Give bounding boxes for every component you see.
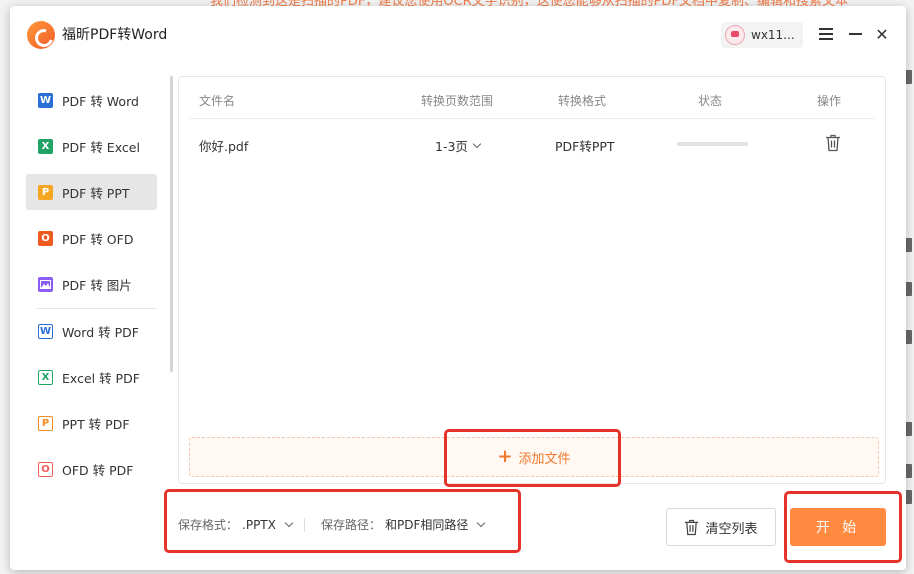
title-bar[interactable]: 福昕PDF转Word wx11... ✕ — [10, 6, 906, 64]
ofd-file-icon: O — [38, 461, 53, 477]
word-icon: W — [38, 92, 53, 108]
save-format-label: 保存格式： — [178, 518, 239, 532]
word-file-icon: W — [38, 323, 53, 339]
save-format-value: .PPTX — [242, 517, 276, 532]
add-file-button[interactable]: + 添加文件 — [189, 437, 879, 477]
sidebar-divider — [36, 308, 157, 309]
image-icon — [38, 276, 53, 292]
sidebar-item-excel-to-pdf[interactable]: X Excel 转 PDF — [26, 359, 157, 395]
clear-list-button[interactable]: 清空列表 — [666, 508, 776, 546]
sidebar-item-label: PDF 转 Word — [62, 93, 139, 109]
table-header: 文件名 转换页数范围 转换格式 状态 操作 — [189, 77, 875, 119]
ofd-icon: O — [38, 230, 53, 246]
save-path-select[interactable]: 保存路径： 和PDF相同路径 — [321, 516, 486, 533]
close-icon[interactable]: ✕ — [872, 24, 892, 44]
sidebar-item-pdf-to-word[interactable]: W PDF 转 Word — [26, 82, 157, 118]
trash-icon[interactable] — [825, 134, 841, 152]
sidebar-item-pdf-to-excel[interactable]: X PDF 转 Excel — [26, 128, 157, 164]
app-title: 福昕PDF转Word — [62, 27, 168, 43]
start-button[interactable]: 开 始 — [790, 508, 886, 546]
sidebar: W PDF 转 Word X PDF 转 Excel P PDF 转 PPT O… — [26, 76, 158, 556]
converter-dialog: 福昕PDF转Word wx11... ✕ W PDF 转 Word X PDF … — [10, 6, 906, 570]
ppt-file-icon: P — [38, 415, 53, 431]
save-path-label: 保存路径： — [321, 518, 382, 532]
sidebar-item-label: PDF 转 PPT — [62, 185, 130, 201]
convert-format: PDF转PPT — [555, 139, 615, 154]
col-filename: 文件名 — [199, 94, 236, 108]
app-logo-icon — [27, 21, 55, 49]
save-format-select[interactable]: 保存格式： .PPTX — [178, 516, 294, 533]
menu-icon[interactable] — [816, 24, 836, 44]
col-action: 操作 — [817, 94, 842, 108]
sidebar-scrollbar[interactable] — [170, 76, 173, 372]
add-file-label: 添加文件 — [518, 451, 571, 467]
bottom-divider — [304, 518, 305, 532]
sidebar-item-label: Word 转 PDF — [62, 324, 139, 340]
file-name: 你好.pdf — [199, 139, 249, 154]
clear-list-label: 清空列表 — [705, 521, 758, 537]
page-range-value: 1-3页 — [435, 139, 468, 154]
sidebar-item-word-to-pdf[interactable]: W Word 转 PDF — [26, 313, 157, 349]
minimize-icon[interactable] — [845, 24, 865, 44]
save-path-value: 和PDF相同路径 — [385, 518, 469, 532]
plus-icon: + — [497, 446, 513, 467]
col-status: 状态 — [698, 94, 723, 108]
chevron-down-icon — [477, 518, 486, 528]
col-format: 转换格式 — [558, 94, 607, 108]
table-row: 你好.pdf 1-3页 PDF转PPT — [189, 121, 875, 167]
excel-icon: X — [38, 138, 53, 154]
user-account[interactable]: wx11... — [721, 22, 803, 48]
sidebar-item-pdf-to-image[interactable]: PDF 转 图片 — [26, 266, 157, 302]
trash-icon — [685, 519, 699, 535]
chevron-down-icon — [284, 518, 294, 528]
sidebar-item-label: PPT 转 PDF — [62, 416, 130, 432]
sidebar-item-ofd-to-pdf[interactable]: O OFD 转 PDF — [26, 451, 157, 487]
sidebar-item-pdf-to-ofd[interactable]: O PDF 转 OFD — [26, 220, 157, 256]
avatar — [725, 25, 745, 45]
sidebar-item-label: PDF 转 图片 — [62, 277, 132, 293]
file-list-panel: 文件名 转换页数范围 转换格式 状态 操作 你好.pdf 1-3页 PDF转PP… — [178, 76, 886, 484]
sidebar-item-label: Excel 转 PDF — [62, 370, 140, 386]
sidebar-item-label: OFD 转 PDF — [62, 462, 134, 478]
col-range: 转换页数范围 — [421, 94, 494, 108]
ppt-icon: P — [38, 184, 53, 200]
sidebar-item-pdf-to-ppt[interactable]: P PDF 转 PPT — [26, 174, 157, 210]
username: wx11... — [751, 28, 795, 42]
sidebar-item-label: PDF 转 Excel — [62, 139, 140, 155]
sidebar-item-label: PDF 转 OFD — [62, 231, 134, 247]
status-progress-bar — [677, 142, 748, 146]
excel-file-icon: X — [38, 369, 53, 385]
page-range-select[interactable]: 1-3页 — [435, 136, 482, 155]
sidebar-item-ppt-to-pdf[interactable]: P PPT 转 PDF — [26, 405, 157, 441]
chevron-down-icon — [472, 139, 482, 149]
